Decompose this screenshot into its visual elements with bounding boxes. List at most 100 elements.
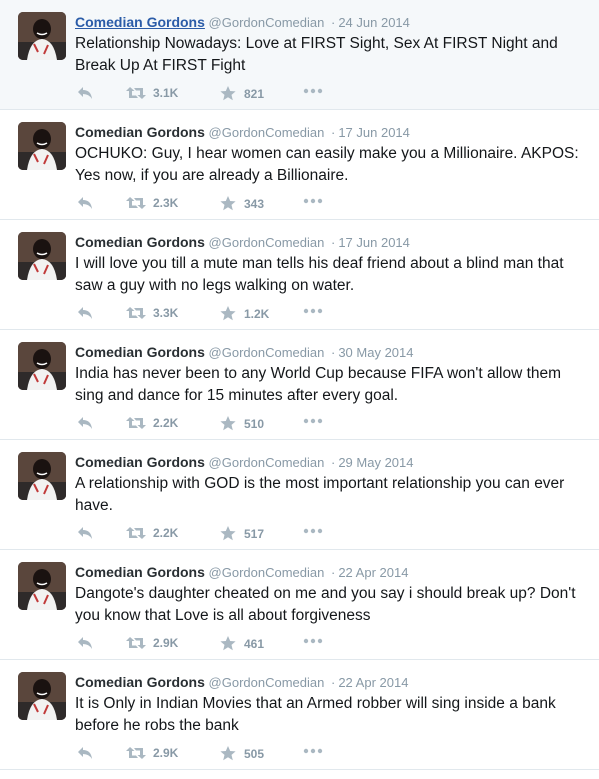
tweet-actions: 2.3K 343 (75, 196, 555, 216)
author-name[interactable]: Comedian Gordons (75, 564, 205, 580)
tweet-header: Comedian Gordons @GordonComedian · 29 May… (75, 454, 414, 470)
favorite-button[interactable]: 510 (220, 416, 264, 431)
reply-icon (77, 86, 93, 100)
more-options-button[interactable] (303, 638, 323, 644)
favorite-button[interactable]: 517 (220, 526, 264, 541)
reply-icon (77, 526, 93, 540)
tweet-date[interactable]: 17 Jun 2014 (338, 125, 410, 140)
author-name[interactable]: Comedian Gordons (75, 454, 205, 470)
author-handle[interactable]: @GordonComedian (209, 455, 325, 470)
tweet-date[interactable]: 24 Jun 2014 (338, 15, 410, 30)
favorite-button[interactable]: 461 (220, 636, 264, 651)
retweet-count: 3.3K (153, 306, 179, 320)
tweet-date[interactable]: 30 May 2014 (338, 345, 413, 360)
avatar[interactable] (18, 452, 66, 500)
tweet[interactable]: Comedian Gordons @GordonComedian · 22 Apr… (0, 660, 599, 770)
avatar[interactable] (18, 12, 66, 60)
more-options-icon (303, 88, 323, 94)
tweet-header: Comedian Gordons @GordonComedian · 24 Jun… (75, 14, 410, 30)
retweet-count: 2.3K (153, 196, 179, 210)
tweet-actions: 2.2K 510 (75, 416, 555, 436)
retweet-icon (126, 86, 146, 100)
avatar[interactable] (18, 122, 66, 170)
author-handle[interactable]: @GordonComedian (209, 125, 325, 140)
tweet-date[interactable]: 17 Jun 2014 (338, 235, 410, 250)
author-name[interactable]: Comedian Gordons (75, 234, 205, 250)
retweet-button[interactable]: 3.3K (126, 306, 178, 320)
favorite-button[interactable]: 505 (220, 746, 264, 761)
tweet-date[interactable]: 22 Apr 2014 (338, 675, 408, 690)
tweet-text: A relationship with GOD is the most impo… (75, 475, 565, 514)
reply-button[interactable] (77, 636, 93, 650)
tweet[interactable]: Comedian Gordons @GordonComedian · 24 Jun… (0, 0, 599, 110)
separator: · (330, 15, 336, 30)
retweet-button[interactable]: 3.1K (126, 86, 178, 100)
retweet-count: 2.2K (153, 526, 179, 540)
author-handle[interactable]: @GordonComedian (209, 235, 325, 250)
star-icon (220, 416, 236, 431)
more-options-icon (303, 748, 323, 754)
favorite-button[interactable]: 1.2K (220, 306, 269, 321)
tweet[interactable]: Comedian Gordons @GordonComedian · 17 Jun… (0, 220, 599, 330)
separator: · (330, 345, 336, 360)
tweet-header: Comedian Gordons @GordonComedian · 22 Apr… (75, 564, 408, 580)
author-name[interactable]: Comedian Gordons (75, 124, 205, 140)
author-name[interactable]: Comedian Gordons (75, 344, 205, 360)
more-options-button[interactable] (303, 308, 323, 314)
tweet-actions: 2.2K 517 (75, 526, 555, 546)
favorite-count: 343 (244, 196, 265, 211)
author-handle[interactable]: @GordonComedian (209, 345, 325, 360)
more-options-button[interactable] (303, 88, 323, 94)
author-name[interactable]: Comedian Gordons (75, 14, 205, 30)
tweet-actions: 2.9K 505 (75, 746, 555, 766)
favorite-count: 517 (244, 526, 265, 541)
reply-button[interactable] (77, 86, 93, 100)
avatar[interactable] (18, 232, 66, 280)
tweet-actions: 2.9K 461 (75, 636, 555, 656)
tweet[interactable]: Comedian Gordons @GordonComedian · 22 Apr… (0, 550, 599, 660)
more-options-button[interactable] (303, 528, 323, 534)
retweet-icon (126, 746, 146, 760)
tweet-text: It is Only in Indian Movies that an Arme… (75, 695, 556, 734)
tweet-header: Comedian Gordons @GordonComedian · 17 Jun… (75, 234, 410, 250)
avatar[interactable] (18, 562, 66, 610)
tweet[interactable]: Comedian Gordons @GordonComedian · 29 May… (0, 440, 599, 550)
separator: · (330, 565, 336, 580)
retweet-button[interactable]: 2.9K (126, 636, 178, 650)
author-name[interactable]: Comedian Gordons (75, 674, 205, 690)
tweet-text: I will love you till a mute man tells hi… (75, 255, 564, 294)
more-options-icon (303, 198, 323, 204)
author-handle[interactable]: @GordonComedian (209, 675, 325, 690)
favorite-button[interactable]: 343 (220, 196, 264, 211)
tweet[interactable]: Comedian Gordons @GordonComedian · 30 May… (0, 330, 599, 440)
favorite-button[interactable]: 821 (220, 86, 264, 101)
reply-icon (77, 306, 93, 320)
more-options-icon (303, 418, 323, 424)
reply-button[interactable] (77, 306, 93, 320)
retweet-button[interactable]: 2.2K (126, 416, 178, 430)
retweet-button[interactable]: 2.2K (126, 526, 178, 540)
more-options-icon (303, 528, 323, 534)
tweet-date[interactable]: 29 May 2014 (338, 455, 413, 470)
avatar[interactable] (18, 342, 66, 390)
separator: · (330, 675, 336, 690)
reply-icon (77, 196, 93, 210)
separator: · (330, 455, 336, 470)
retweet-button[interactable]: 2.9K (126, 746, 178, 760)
more-options-button[interactable] (303, 198, 323, 204)
author-handle[interactable]: @GordonComedian (209, 565, 325, 580)
avatar[interactable] (18, 672, 66, 720)
reply-button[interactable] (77, 526, 93, 540)
reply-button[interactable] (77, 416, 93, 430)
author-handle[interactable]: @GordonComedian (209, 15, 325, 30)
separator: · (330, 235, 336, 250)
tweet[interactable]: Comedian Gordons @GordonComedian · 17 Jun… (0, 110, 599, 220)
more-options-button[interactable] (303, 418, 323, 424)
tweet-date[interactable]: 22 Apr 2014 (338, 565, 408, 580)
reply-button[interactable] (77, 746, 93, 760)
more-options-button[interactable] (303, 748, 323, 754)
retweet-button[interactable]: 2.3K (126, 196, 178, 210)
retweet-icon (126, 636, 146, 650)
reply-button[interactable] (77, 196, 93, 210)
separator: · (330, 125, 336, 140)
